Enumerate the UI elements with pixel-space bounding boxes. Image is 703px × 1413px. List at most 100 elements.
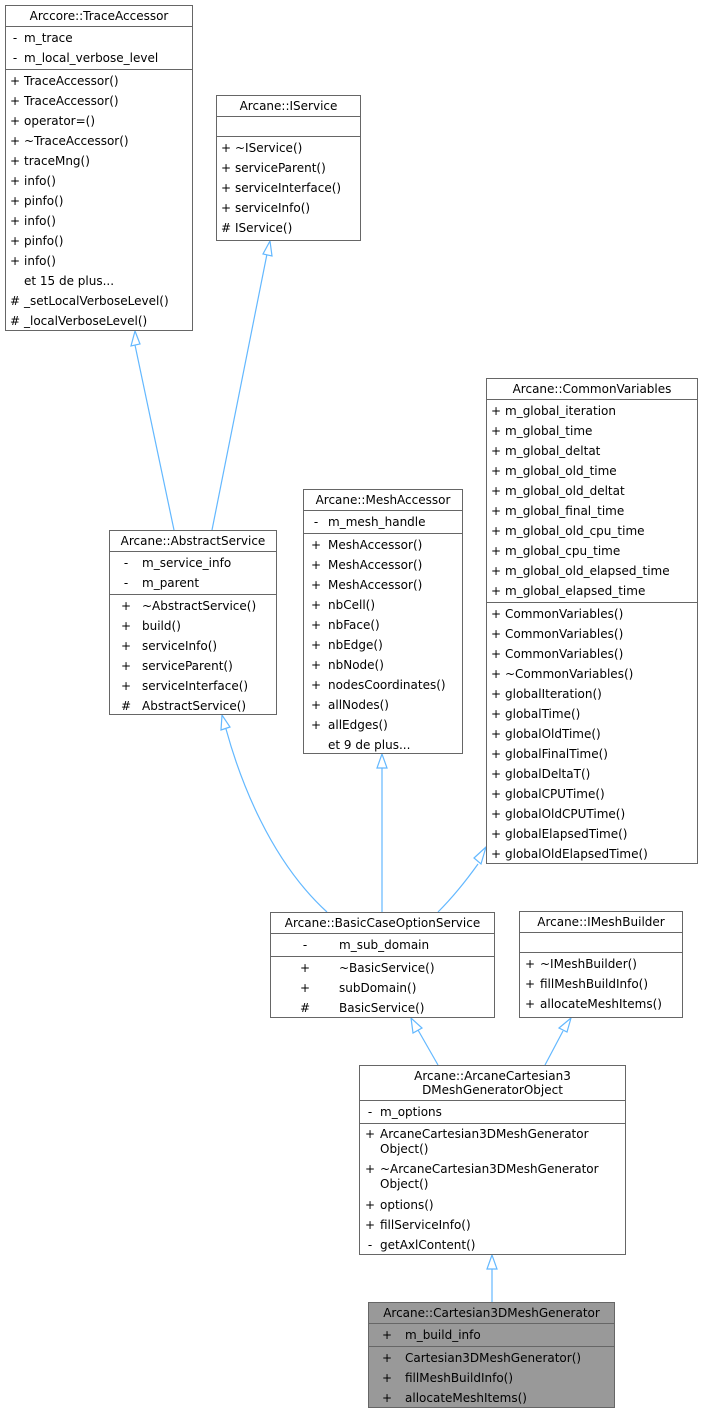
method-row[interactable]: + fillMeshBuildInfo() — [520, 974, 682, 994]
method-row[interactable]: + ~IMeshBuilder() — [520, 954, 682, 974]
class-imesh-builder[interactable]: Arcane::IMeshBuilder+ ~IMeshBuilder() + fil… — [519, 911, 683, 1018]
method-row[interactable]: + serviceInterface() — [217, 178, 360, 198]
method-row[interactable]: + Cartesian3DMeshGenerator() — [369, 1348, 614, 1368]
class-title[interactable]: Arccore::TraceAccessor — [6, 6, 192, 27]
method-row[interactable]: + allocateMeshItems() — [520, 994, 682, 1014]
class-cartesian3d-mesh-generator[interactable]: Arcane::Cartesian3DMeshGenerator + m_build… — [368, 1302, 615, 1408]
method-row[interactable]: + CommonVariables() — [487, 604, 697, 624]
class-title[interactable]: Arcane::BasicCaseOptionService — [271, 913, 494, 934]
class-common-variables[interactable]: Arcane::CommonVariables + m_global_iterati… — [486, 378, 698, 864]
method-row[interactable]: + globalOldCPUTime() — [487, 804, 697, 824]
method-row[interactable]: + subDomain() — [271, 978, 494, 998]
method-row[interactable]: # AbstractService() — [110, 696, 276, 716]
method-row[interactable]: - getAxlContent() — [360, 1235, 625, 1255]
class-iservice[interactable]: Arcane::IService+ ~IService() + servicePare… — [216, 95, 361, 241]
method-row[interactable]: + CommonVariables() — [487, 624, 697, 644]
method-row[interactable]: + serviceInfo() — [217, 198, 360, 218]
attribute-row[interactable]: - m_options — [360, 1102, 625, 1122]
method-row[interactable]: + TraceAccessor() — [6, 91, 192, 111]
class-abstract-service[interactable]: Arcane::AbstractService - m_service_info - m… — [109, 530, 277, 715]
attribute-row[interactable]: + m_global_old_deltat — [487, 481, 697, 501]
class-title[interactable]: Arcane::MeshAccessor — [304, 490, 462, 511]
method-row[interactable]: + ArcaneCartesian3DMeshGenerator Object() — [360, 1125, 625, 1160]
visibility-marker: + — [364, 1162, 376, 1176]
method-row[interactable]: + ~AbstractService() — [110, 596, 276, 616]
method-row[interactable]: # BasicService() — [271, 998, 494, 1018]
method-row[interactable]: + globalOldTime() — [487, 724, 697, 744]
attribute-row[interactable]: + m_global_time — [487, 421, 697, 441]
method-row[interactable]: + nbFace() — [304, 615, 462, 635]
attribute-row[interactable]: + m_global_elapsed_time — [487, 581, 697, 601]
method-row[interactable]: + serviceInfo() — [110, 636, 276, 656]
member-name: serviceParent() — [142, 659, 233, 673]
method-row[interactable]: + globalOldElapsedTime() — [487, 844, 697, 864]
method-row[interactable]: + ~TraceAccessor() — [6, 131, 192, 151]
method-row[interactable]: + info() — [6, 211, 192, 231]
method-row[interactable]: + serviceInterface() — [110, 676, 276, 696]
class-trace-accessor[interactable]: Arccore::TraceAccessor - m_trace - m_local_v… — [5, 5, 193, 331]
method-row[interactable]: + globalCPUTime() — [487, 784, 697, 804]
method-row[interactable]: # IService() — [217, 218, 360, 238]
class-title[interactable]: Arcane::AbstractService — [110, 531, 276, 552]
more-members-link[interactable]: et 9 de plus... — [304, 735, 462, 755]
attribute-row[interactable]: + m_global_old_time — [487, 461, 697, 481]
method-row[interactable]: + MeshAccessor() — [304, 535, 462, 555]
attribute-row[interactable]: + m_build_info — [369, 1325, 614, 1345]
method-row[interactable]: + nodesCoordinates() — [304, 675, 462, 695]
class-title[interactable]: Arcane::IMeshBuilder — [520, 912, 682, 933]
method-row[interactable]: + ~BasicService() — [271, 958, 494, 978]
method-row[interactable]: + ~ArcaneCartesian3DMeshGenerator Object() — [360, 1160, 625, 1195]
method-row[interactable]: + nbNode() — [304, 655, 462, 675]
method-row[interactable]: + info() — [6, 251, 192, 271]
method-row[interactable]: + fillMeshBuildInfo() — [369, 1368, 614, 1388]
attribute-row[interactable]: + m_global_cpu_time — [487, 541, 697, 561]
more-members-link[interactable]: et 15 de plus... — [6, 271, 192, 291]
attribute-row[interactable]: + m_global_old_elapsed_time — [487, 561, 697, 581]
attribute-row[interactable]: - m_mesh_handle — [304, 512, 462, 532]
attribute-row[interactable]: - m_sub_domain — [271, 935, 494, 955]
method-row[interactable]: + TraceAccessor() — [6, 71, 192, 91]
method-row[interactable]: + build() — [110, 616, 276, 636]
attribute-row[interactable]: - m_trace — [6, 28, 192, 48]
class-title[interactable]: Arcane::IService — [217, 96, 360, 117]
method-row[interactable]: + serviceParent() — [110, 656, 276, 676]
method-row[interactable]: + ~CommonVariables() — [487, 664, 697, 684]
method-row[interactable]: + allNodes() — [304, 695, 462, 715]
method-row[interactable]: + pinfo() — [6, 231, 192, 251]
class-mesh-accessor[interactable]: Arcane::MeshAccessor - m_mesh_handle+ MeshA… — [303, 489, 463, 754]
method-row[interactable]: + options() — [360, 1195, 625, 1215]
class-arcane-cartesian3d-mesh-generator-object[interactable]: Arcane::ArcaneCartesian3 DMeshGeneratorO… — [359, 1065, 626, 1255]
method-row[interactable]: + MeshAccessor() — [304, 555, 462, 575]
method-row[interactable]: + pinfo() — [6, 191, 192, 211]
method-row[interactable]: + globalFinalTime() — [487, 744, 697, 764]
attribute-row[interactable]: + m_global_final_time — [487, 501, 697, 521]
method-row[interactable]: + serviceParent() — [217, 158, 360, 178]
method-row[interactable]: + traceMng() — [6, 151, 192, 171]
method-row[interactable]: + CommonVariables() — [487, 644, 697, 664]
class-basic-case-option-service[interactable]: Arcane::BasicCaseOptionService - m_sub_dom… — [270, 912, 495, 1018]
method-row[interactable]: + globalDeltaT() — [487, 764, 697, 784]
method-row[interactable]: + MeshAccessor() — [304, 575, 462, 595]
method-row[interactable]: + allEdges() — [304, 715, 462, 735]
method-row[interactable]: # _localVerboseLevel() — [6, 311, 192, 331]
class-title[interactable]: Arcane::Cartesian3DMeshGenerator — [369, 1303, 614, 1324]
attribute-row[interactable]: + m_global_iteration — [487, 401, 697, 421]
method-row[interactable]: + globalElapsedTime() — [487, 824, 697, 844]
attribute-row[interactable]: - m_parent — [110, 573, 276, 593]
class-title[interactable]: Arcane::CommonVariables — [487, 379, 697, 400]
method-row[interactable]: + operator=() — [6, 111, 192, 131]
method-row[interactable]: # _setLocalVerboseLevel() — [6, 291, 192, 311]
attribute-row[interactable]: - m_service_info — [110, 553, 276, 573]
attribute-row[interactable]: - m_local_verbose_level — [6, 48, 192, 68]
method-row[interactable]: + globalTime() — [487, 704, 697, 724]
method-row[interactable]: + globalIteration() — [487, 684, 697, 704]
method-row[interactable]: + ~IService() — [217, 138, 360, 158]
method-row[interactable]: + info() — [6, 171, 192, 191]
method-row[interactable]: + allocateMeshItems() — [369, 1388, 614, 1408]
method-row[interactable]: + fillServiceInfo() — [360, 1215, 625, 1235]
method-row[interactable]: + nbEdge() — [304, 635, 462, 655]
method-row[interactable]: + nbCell() — [304, 595, 462, 615]
attribute-row[interactable]: + m_global_old_cpu_time — [487, 521, 697, 541]
attribute-row[interactable]: + m_global_deltat — [487, 441, 697, 461]
class-title[interactable]: Arcane::ArcaneCartesian3 DMeshGeneratorO… — [360, 1066, 625, 1101]
